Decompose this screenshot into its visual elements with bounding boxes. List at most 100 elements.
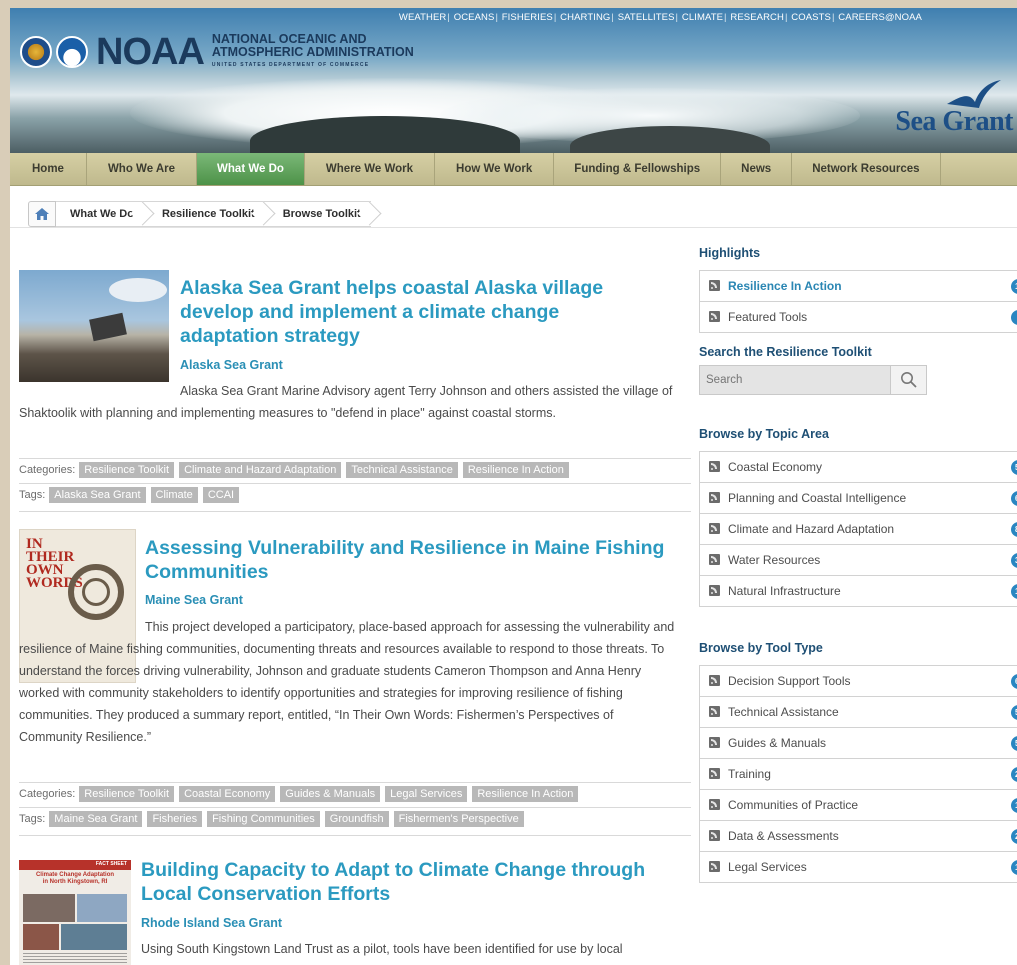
tooltype-technical-assistance[interactable]: Technical Assistance 5 [700,697,1017,728]
tooltype-legal-services[interactable]: Legal Services 1 [700,852,1017,883]
rss-icon [709,280,720,291]
tooltype-list: Decision Support Tools 6 Technical Assis… [699,665,1017,883]
nav-where-we-work[interactable]: Where We Work [305,153,436,185]
count-badge: 6 [1011,491,1017,506]
search-heading: Search the Resilience Toolkit [699,345,872,359]
rss-icon [709,830,720,841]
breadcrumb-what-we-do[interactable]: What We Do [56,201,144,227]
breadcrumb-home[interactable] [28,201,56,227]
article-source[interactable]: Rhode Island Sea Grant [141,916,282,930]
breadcrumb: What We Do Resilience Toolkit Browse Too… [28,201,371,227]
tooltype-decision-support-tools[interactable]: Decision Support Tools 6 [700,666,1017,697]
category-tag[interactable]: Technical Assistance [346,462,458,478]
article-title[interactable]: Alaska Sea Grant helps coastal Alaska vi… [180,276,640,348]
category-tag[interactable]: Resilience In Action [472,786,579,802]
noaa-seal-icon [56,36,88,68]
tooltype-guides-manuals[interactable]: Guides & Manuals 5 [700,728,1017,759]
tooltype-training[interactable]: Training 2 [700,759,1017,790]
count-badge: 5 [1011,736,1017,751]
tag[interactable]: Groundfish [324,811,389,827]
topic-list: Coastal Economy 5 Planning and Coastal I… [699,451,1017,607]
highlight-resilience-in-action[interactable]: Resilience In Action 1 [700,271,1017,302]
categories-label: Categories: [19,464,76,476]
nav-what-we-do[interactable]: What We Do [197,153,305,185]
tag[interactable]: Maine Sea Grant [49,811,143,827]
highlight-featured-tools[interactable]: Featured Tools [700,302,1017,333]
topic-climate-hazard-adaptation[interactable]: Climate and Hazard Adaptation 8 [700,514,1017,545]
article-source[interactable]: Alaska Sea Grant [180,358,283,372]
top-link-research[interactable]: RESEARCH [730,12,784,23]
tag[interactable]: CCAI [202,487,240,503]
article-summary-text: Alaska Sea Grant Marine Advisory agent T… [19,384,673,420]
rss-icon [709,861,720,872]
tooltype-data-assessments[interactable]: Data & Assessments 2 [700,821,1017,852]
topic-coastal-economy[interactable]: Coastal Economy 5 [700,452,1017,483]
noaa-line2: ATMOSPHERIC ADMINISTRATION [211,44,414,59]
article-summary: This project developed a participatory, … [19,616,679,748]
nav-how-we-work[interactable]: How We Work [435,153,555,185]
article-title[interactable]: Assessing Vulnerability and Resilience i… [145,536,685,584]
nav-funding-fellowships[interactable]: Funding & Fellowships [554,153,722,185]
top-link-careers[interactable]: CAREERS@NOAA [838,12,922,23]
category-tag[interactable]: Coastal Economy [179,786,276,802]
article-source[interactable]: Maine Sea Grant [145,593,243,607]
sidebar: Highlights Resilience In Action 1 Featur… [699,244,1017,883]
nav-home[interactable]: Home [10,153,87,185]
search-input[interactable] [699,365,891,395]
header-banner: WEATHER| OCEANS| FISHERIES| CHARTING| SA… [10,8,1017,153]
article-title[interactable]: Building Capacity to Adapt to Climate Ch… [141,858,691,906]
article-categories: Categories: Resilience Toolkit Coastal E… [19,782,691,805]
category-tag[interactable]: Legal Services [385,786,468,802]
tag[interactable]: Fishing Communities [207,811,320,827]
rss-icon [709,768,720,779]
rss-icon [709,799,720,810]
count-badge: 3 [1011,553,1017,568]
top-link-weather[interactable]: WEATHER [399,12,447,23]
top-link-coasts[interactable]: COASTS [791,12,831,23]
article-image[interactable]: FACT SHEET Climate Change Adaptation in … [19,860,131,965]
tag[interactable]: Climate [150,487,198,503]
top-link-fisheries[interactable]: FISHERIES [502,12,553,23]
search-icon [900,372,917,388]
count-badge: 5 [1011,460,1017,475]
breadcrumb-resilience-toolkit[interactable]: Resilience Toolkit [143,201,265,227]
top-link-climate[interactable]: CLIMATE [682,12,723,23]
tag[interactable]: Alaska Sea Grant [49,487,146,503]
noaa-logo[interactable]: NOAA NATIONAL OCEANIC AND ATMOSPHERIC AD… [20,31,414,73]
article-image[interactable] [19,270,169,382]
category-tag[interactable]: Resilience In Action [462,462,569,478]
page: WEATHER| OCEANS| FISHERIES| CHARTING| SA… [10,8,1017,965]
tag[interactable]: Fishermen's Perspective [393,811,524,827]
category-tag[interactable]: Resilience Toolkit [79,462,175,478]
nav-who-we-are[interactable]: Who We Are [87,153,198,185]
sea-grant-logo[interactable]: Sea Grant [895,106,1013,138]
count-badge [1011,310,1017,325]
nav-network-resources[interactable]: Network Resources [792,153,941,185]
article-summary: Alaska Sea Grant Marine Advisory agent T… [19,380,679,424]
category-tag[interactable]: Guides & Manuals [280,786,381,802]
tooltype-communities-of-practice[interactable]: Communities of Practice 1 [700,790,1017,821]
tag[interactable]: Fisheries [147,811,203,827]
category-tag[interactable]: Climate and Hazard Adaptation [179,462,342,478]
rss-icon [709,585,720,596]
topic-planning-coastal-intelligence[interactable]: Planning and Coastal Intelligence 6 [700,483,1017,514]
search-button[interactable] [891,365,927,395]
rss-icon [709,523,720,534]
top-link-oceans[interactable]: OCEANS [454,12,495,23]
top-link-satellites[interactable]: SATELLITES [618,12,675,23]
category-tag[interactable]: Resilience Toolkit [79,786,175,802]
highlights-list: Resilience In Action 1 Featured Tools [699,270,1017,333]
tooltype-heading: Browse by Tool Type [699,641,823,655]
nav-news[interactable]: News [721,153,793,185]
search-form [699,365,927,395]
topic-natural-infrastructure[interactable]: Natural Infrastructure 1 [700,576,1017,607]
tags-label: Tags: [19,489,46,501]
topic-water-resources[interactable]: Water Resources 3 [700,545,1017,576]
tags-label: Tags: [19,813,46,825]
count-badge: 8 [1011,522,1017,537]
noaa-subtitle: NATIONAL OCEANIC AND ATMOSPHERIC ADMINIS… [211,32,414,72]
top-link-charting[interactable]: CHARTING [560,12,610,23]
article-tags: Tags: Maine Sea Grant Fisheries Fishing … [19,807,691,830]
breadcrumb-browse-toolkit[interactable]: Browse Toolkit [264,201,371,227]
count-badge: 1 [1011,279,1017,294]
